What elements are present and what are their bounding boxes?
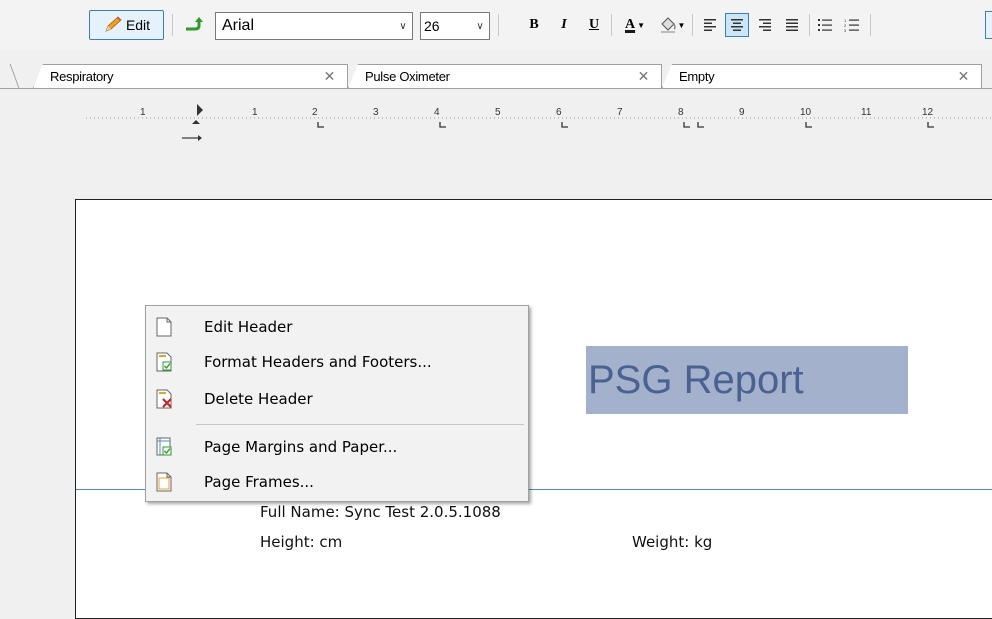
formatting-toolbar: Edit Arial ∨ 26 ∨ B I U A ▼ ▼ 1 2 3 — [0, 0, 992, 50]
justify-icon — [786, 19, 798, 31]
menu-item-delete-header[interactable]: Delete Header — [146, 385, 528, 413]
toolbar-separator — [870, 14, 871, 36]
tab-stop-marker[interactable] — [317, 122, 324, 128]
tab-stop-marker[interactable] — [697, 122, 704, 128]
tab-stop-marker[interactable] — [805, 122, 812, 128]
page-icon — [156, 317, 172, 337]
bullets-button[interactable] — [813, 13, 837, 37]
align-left-icon — [704, 19, 716, 31]
numbering-button[interactable]: 123 — [840, 13, 864, 37]
tab-pulse-oximeter[interactable]: Pulse Oximeter ✕ — [348, 64, 662, 88]
bullet-list-icon — [818, 19, 832, 31]
dropdown-arrow-icon: ▼ — [677, 20, 686, 30]
underline-button[interactable]: U — [583, 14, 605, 36]
horizontal-ruler[interactable]: 1 1 2 3 4 5 6 7 8 9 10 11 12 — [0, 100, 992, 144]
menu-item-edit-header[interactable]: Edit Header — [146, 313, 528, 341]
page-margins-icon — [156, 437, 172, 456]
ruler-label: 1 — [140, 107, 146, 118]
highlight-color-button[interactable]: ▼ — [656, 14, 688, 36]
toolbar-separator — [498, 14, 499, 36]
redo-button[interactable] — [180, 12, 206, 38]
font-color-button[interactable]: A ▼ — [618, 14, 652, 36]
paint-bucket-icon — [660, 17, 676, 33]
height-field[interactable]: Height: cm — [260, 533, 342, 551]
close-icon[interactable]: ✕ — [638, 68, 650, 85]
ruler-label: 9 — [739, 107, 745, 118]
context-menu: Edit Header Format Headers and Footers..… — [145, 305, 529, 502]
ruler-label: 11 — [861, 107, 872, 118]
ruler-label: 4 — [434, 107, 440, 118]
pencil-icon — [105, 16, 122, 32]
full-name-field[interactable]: Full Name: Sync Test 2.0.5.1088 — [260, 503, 501, 521]
toolbar-separator — [692, 14, 693, 36]
chevron-down-icon[interactable]: ∨ — [471, 21, 489, 32]
align-center-button[interactable] — [725, 13, 749, 37]
align-left-button[interactable] — [698, 13, 722, 37]
left-indent-marker — [192, 120, 200, 124]
ruler-graphic: 1 1 2 3 4 5 6 7 8 9 10 11 12 — [86, 104, 992, 141]
align-right-button[interactable] — [753, 13, 777, 37]
ruler-label: 5 — [495, 107, 501, 118]
edit-button[interactable]: Edit — [89, 10, 164, 40]
align-right-icon — [759, 19, 771, 31]
tab-stop-marker[interactable] — [927, 122, 934, 128]
toolbar-separator — [172, 14, 173, 36]
ruler-label: 8 — [678, 107, 684, 118]
menu-item-page-margins-paper[interactable]: Page Margins and Paper... — [146, 433, 528, 461]
menu-item-format-headers-footers[interactable]: Format Headers and Footers... — [146, 348, 528, 376]
numbered-list-icon: 123 — [844, 18, 859, 32]
tab-edge — [0, 64, 20, 88]
format-header-icon — [156, 352, 172, 372]
ruler-label: 6 — [556, 107, 562, 118]
first-line-indent-marker — [197, 104, 203, 116]
ruler-label: 12 — [922, 107, 934, 118]
close-icon[interactable]: ✕ — [958, 68, 970, 85]
ruler-label: 3 — [373, 107, 379, 118]
toolbar-overflow-button[interactable] — [985, 11, 992, 39]
font-name-combo[interactable]: Arial ∨ — [215, 12, 413, 40]
menu-separator — [196, 424, 524, 425]
ruler-label: 1 — [252, 107, 258, 118]
font-size-combo[interactable]: 26 ∨ — [420, 12, 490, 40]
ruler-label: 10 — [800, 107, 812, 118]
tab-stop-marker[interactable] — [439, 122, 446, 128]
chevron-down-icon[interactable]: ∨ — [394, 21, 412, 32]
align-center-icon — [731, 19, 743, 31]
menu-item-page-frames[interactable]: Page Frames... — [146, 468, 528, 496]
delete-header-icon — [156, 389, 172, 409]
tab-stop-marker[interactable] — [683, 122, 690, 128]
tab-respiratory[interactable]: Respiratory ✕ — [33, 64, 348, 88]
document-tabstrip: Respiratory ✕ Pulse Oximeter ✕ Empty ✕ — [0, 58, 992, 89]
tab-empty[interactable]: Empty ✕ — [662, 64, 982, 88]
ruler-label: 7 — [617, 107, 623, 118]
report-title[interactable]: PSG Report — [586, 346, 804, 414]
close-icon[interactable]: ✕ — [324, 68, 336, 85]
dropdown-arrow-icon: ▼ — [637, 20, 646, 30]
toolbar-separator — [809, 14, 810, 36]
justify-button[interactable] — [780, 13, 804, 37]
ruler-label: 2 — [312, 107, 318, 118]
weight-field[interactable]: Weight: kg — [632, 533, 712, 551]
tab-stop-marker[interactable] — [561, 122, 568, 128]
italic-button[interactable]: I — [553, 14, 575, 36]
page-frames-icon — [156, 472, 172, 492]
svg-text:3: 3 — [844, 28, 847, 32]
bold-button[interactable]: B — [523, 14, 545, 36]
toolbar-separator — [611, 14, 612, 36]
redo-icon — [186, 17, 203, 31]
